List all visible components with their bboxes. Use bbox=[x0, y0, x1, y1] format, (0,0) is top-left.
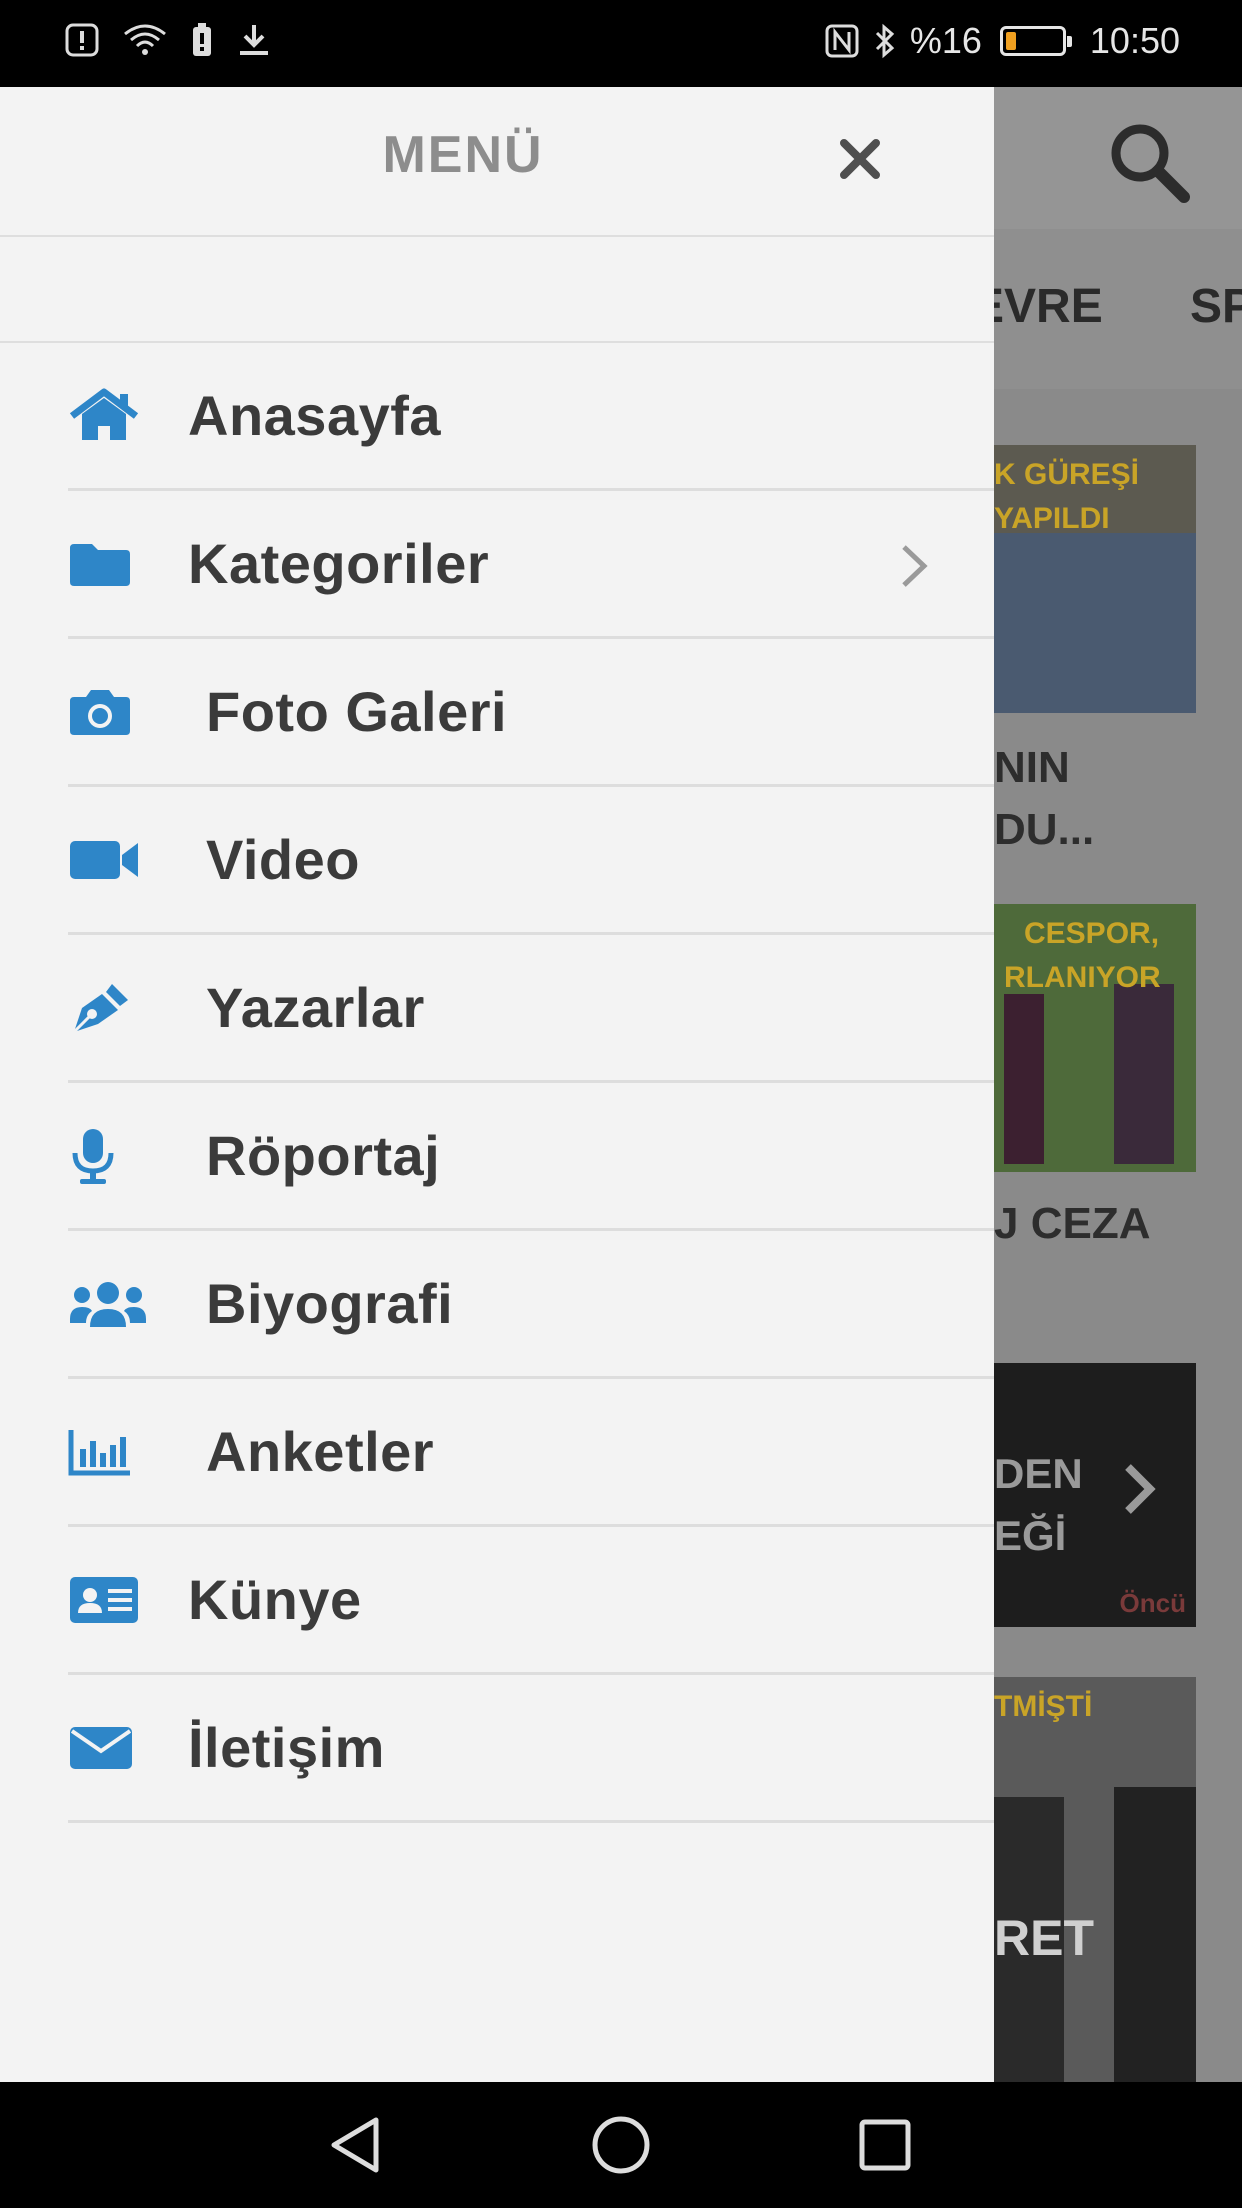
pen-icon bbox=[68, 978, 148, 1038]
background-card-image[interactable]: CESPOR, RLANIYOR bbox=[994, 904, 1196, 1172]
battery-alert-icon bbox=[193, 23, 211, 56]
status-bar: %16 10:50 bbox=[0, 0, 1242, 87]
background-card-title[interactable]: NIN DU... bbox=[994, 737, 1094, 861]
clock: 10:50 bbox=[1089, 20, 1180, 61]
menu-item-roportaj[interactable]: Röportaj bbox=[68, 1083, 994, 1231]
card-image-text: K GÜREŞİ bbox=[994, 458, 1140, 491]
menu-item-foto-galeri[interactable]: Foto Galeri bbox=[68, 639, 994, 787]
card-title-line: J CEZA bbox=[994, 1199, 1151, 1248]
promo-text: EĞİ bbox=[994, 1512, 1067, 1559]
chevron-right-icon bbox=[902, 545, 928, 587]
menu-list: Anasayfa Kategoriler Foto Galeri Video Y… bbox=[0, 343, 994, 1823]
menu-item-kunye[interactable]: Künye bbox=[68, 1527, 994, 1675]
back-button-icon[interactable] bbox=[320, 2110, 390, 2180]
chevron-right-icon bbox=[1125, 1464, 1156, 1514]
menu-item-video[interactable]: Video bbox=[68, 787, 994, 935]
card-image-text: CESPOR, bbox=[1024, 917, 1160, 950]
battery-percent: %16 bbox=[909, 20, 982, 61]
menu-item-anketler[interactable]: Anketler bbox=[68, 1379, 994, 1527]
drawer-spacer bbox=[0, 239, 994, 343]
background-tab[interactable]: SP bbox=[1190, 279, 1242, 334]
menu-item-label: Künye bbox=[188, 1568, 362, 1631]
menu-item-biyografi[interactable]: Biyografi bbox=[68, 1231, 994, 1379]
menu-item-label: Kategoriler bbox=[188, 532, 490, 595]
folder-icon bbox=[68, 534, 148, 594]
menu-item-anasayfa[interactable]: Anasayfa bbox=[68, 343, 994, 491]
bluetooth-icon bbox=[875, 23, 895, 59]
background-card-promo[interactable]: DEN EĞİ Öncü bbox=[994, 1363, 1196, 1627]
drawer-title: MENÜ bbox=[382, 126, 544, 184]
menu-item-label: Röportaj bbox=[206, 1124, 441, 1187]
menu-item-label: Video bbox=[206, 828, 360, 891]
search-icon[interactable] bbox=[1104, 117, 1194, 207]
menu-item-yazarlar[interactable]: Yazarlar bbox=[68, 935, 994, 1083]
close-icon[interactable] bbox=[830, 129, 890, 189]
alert-icon bbox=[65, 23, 99, 57]
navigation-drawer: MENÜ Anasayfa Kategoriler Foto Galeri Vi… bbox=[0, 87, 994, 2082]
promo-text: DEN bbox=[994, 1450, 1083, 1497]
card-image-text: YAPILDI bbox=[994, 502, 1110, 535]
envelope-icon bbox=[68, 1718, 148, 1778]
recents-button-icon[interactable] bbox=[850, 2110, 920, 2180]
menu-item-label: Biyografi bbox=[206, 1272, 454, 1335]
download-icon bbox=[240, 25, 268, 55]
card-image-title: RET bbox=[994, 1910, 1094, 1966]
menu-item-kategoriler[interactable]: Kategoriler bbox=[68, 491, 994, 639]
battery-icon bbox=[999, 26, 1072, 56]
drawer-header: MENÜ bbox=[0, 87, 994, 237]
home-button-icon[interactable] bbox=[586, 2110, 656, 2180]
card-title-line: DU... bbox=[994, 805, 1095, 854]
bar-chart-icon bbox=[68, 1422, 148, 1482]
background-card-title[interactable]: J CEZA bbox=[994, 1193, 1150, 1255]
wifi-icon bbox=[124, 24, 166, 55]
card-image-text: RLANIYOR bbox=[1004, 961, 1161, 994]
menu-item-label: Anasayfa bbox=[188, 384, 442, 447]
card-title-line: NIN bbox=[994, 743, 1070, 792]
background-card-image[interactable]: K GÜREŞİ YAPILDI bbox=[994, 445, 1196, 713]
video-camera-icon bbox=[68, 830, 148, 890]
menu-item-label: Yazarlar bbox=[206, 976, 425, 1039]
home-icon bbox=[68, 386, 148, 446]
status-right: %16 10:50 bbox=[824, 20, 1180, 62]
menu-item-label: Foto Galeri bbox=[206, 680, 508, 743]
background-card-image[interactable]: TMİŞTİ RET bbox=[994, 1677, 1196, 2082]
card-image-text: TMİŞTİ bbox=[994, 1690, 1093, 1723]
promo-logo: Öncü bbox=[1119, 1588, 1186, 1618]
camera-icon bbox=[68, 682, 148, 742]
id-card-icon bbox=[68, 1570, 148, 1630]
nfc-icon bbox=[825, 24, 859, 58]
menu-item-label: İletişim bbox=[188, 1716, 385, 1779]
microphone-icon bbox=[68, 1126, 148, 1186]
status-left-icons bbox=[64, 22, 272, 58]
menu-item-iletisim[interactable]: İletişim bbox=[68, 1675, 994, 1823]
menu-item-label: Anketler bbox=[206, 1420, 435, 1483]
system-nav-bar bbox=[0, 2082, 1242, 2208]
users-icon bbox=[68, 1274, 148, 1334]
